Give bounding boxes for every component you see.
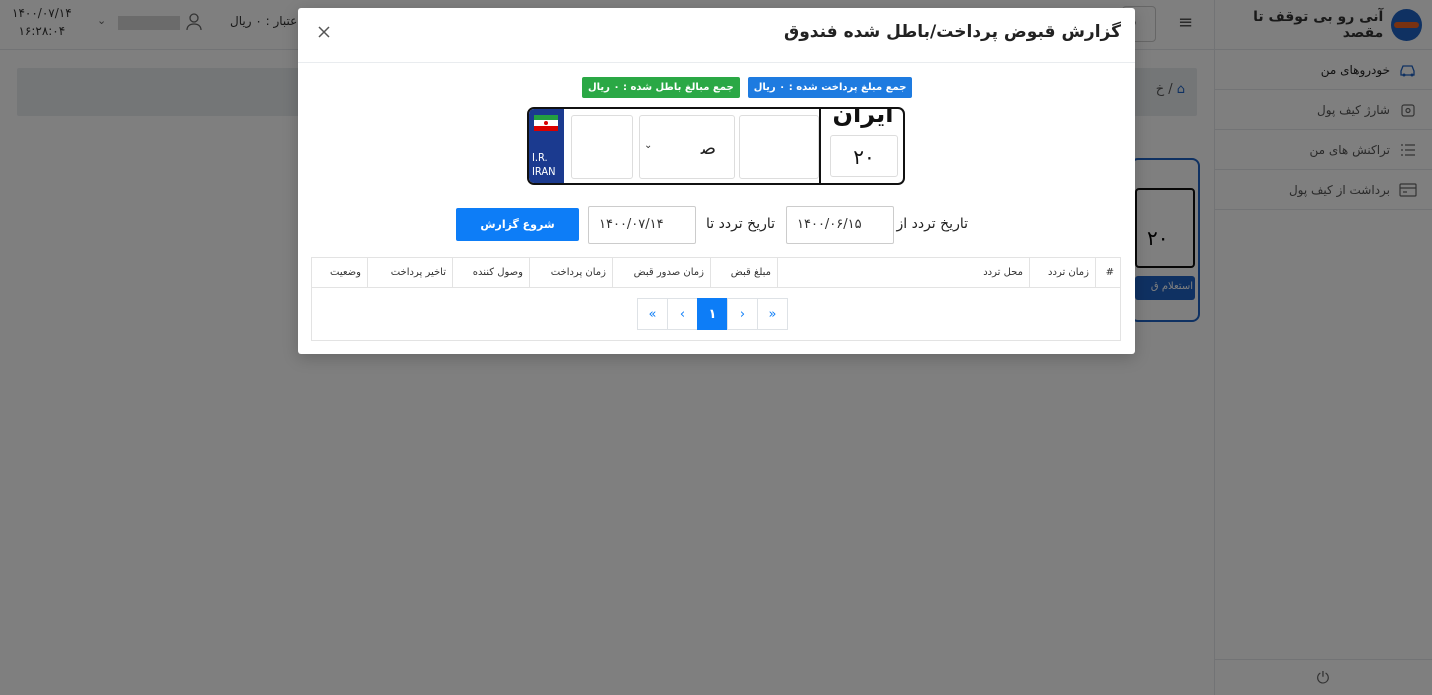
close-icon[interactable] (316, 24, 332, 40)
plate-first-digits-input[interactable] (739, 115, 819, 179)
plate-region-input[interactable]: ۲۰ (830, 135, 898, 177)
prev-page-button[interactable]: ‹ (667, 298, 698, 330)
report-modal: گزارش قبوض پرداخت/باطل شده فندوق جمع مبل… (298, 8, 1135, 354)
plate-separator (819, 109, 821, 183)
paid-total-badge: جمع مبلغ پرداخت شده : ۰ ریال (747, 77, 913, 98)
next-page-button[interactable]: › (727, 298, 758, 330)
date-from-label: تاریخ تردد از (896, 216, 969, 232)
plate-flag-text-2: IRAN (532, 165, 556, 178)
modal-title: گزارش قبوض پرداخت/باطل شده فندوق (784, 22, 1121, 42)
table-header-cell: محل تردد (777, 258, 1029, 288)
start-report-button[interactable]: شروع گزارش (456, 208, 579, 241)
totals-badges: جمع مبلغ پرداخت شده : ۰ ریال جمع مبالغ ب… (582, 77, 913, 98)
plate-flag-cell: I.R. IRAN (529, 109, 564, 183)
plate-country-code: I.R. IRAN (532, 151, 556, 179)
table-header-cell: زمان پرداخت (529, 258, 612, 288)
plate-iran-label: ایران (832, 107, 894, 128)
table-header-cell: زمان صدور قبض (612, 258, 710, 288)
first-page-button[interactable]: « (637, 298, 668, 330)
date-to-label: تاریخ تردد تا (706, 216, 776, 232)
table-header-cell: زمان تردد (1029, 258, 1095, 288)
license-plate: I.R. IRAN ﺻ ⌄ ایران ۲۰ (527, 107, 905, 185)
date-from-input[interactable]: ۱۴۰۰/۰۶/۱۵ (786, 206, 894, 244)
page-button-current[interactable]: ۱ (697, 298, 728, 330)
date-filter-row: تاریخ تردد از ۱۴۰۰/۰۶/۱۵ تاریخ تردد تا ۱… (456, 206, 976, 244)
void-total-badge: جمع مبالغ باطل شده : ۰ ریال (582, 77, 740, 98)
date-to-input[interactable]: ۱۴۰۰/۰۷/۱۴ (588, 206, 696, 244)
table-header-cell: # (1095, 258, 1120, 288)
plate-flag-text-1: I.R. (532, 151, 548, 164)
iran-flag-icon (534, 115, 558, 131)
modal-header: گزارش قبوض پرداخت/باطل شده فندوق (298, 8, 1135, 63)
report-table: # زمان تردد محل تردد مبلغ قبض زمان صدور … (311, 257, 1121, 341)
plate-last-digits-input[interactable] (571, 115, 633, 179)
table-header-cell: تاخیر پرداخت (367, 258, 452, 288)
plate-letter-select[interactable]: ﺻ ⌄ (639, 115, 735, 179)
chevron-down-icon: ⌄ (644, 140, 653, 151)
table-header-cell: وصول کننده (452, 258, 529, 288)
plate-region-value: ۲۰ (853, 145, 875, 169)
table-header-cell: وضعیت (330, 267, 361, 278)
plate-letter-value: ﺻ (700, 138, 716, 159)
pagination: « ‹ ۱ › » (637, 298, 788, 330)
last-page-button[interactable]: » (757, 298, 788, 330)
table-header: # زمان تردد محل تردد مبلغ قبض زمان صدور … (312, 258, 1120, 288)
table-header-cell: مبلغ قبض (710, 258, 777, 288)
